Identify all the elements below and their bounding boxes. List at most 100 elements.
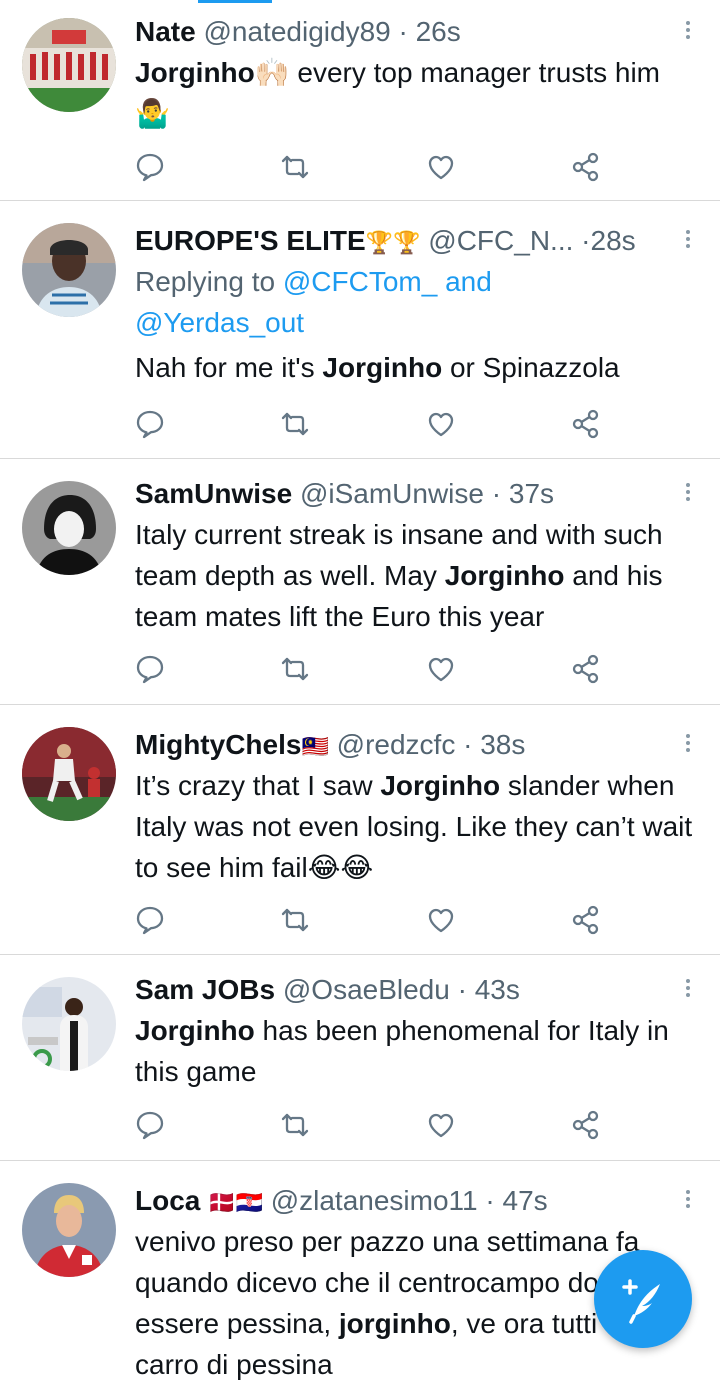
- tweet-text-segment: venivo preso per pazzo una settimana fa …: [135, 1226, 640, 1298]
- name-emoji: 🇲🇾: [301, 734, 329, 759]
- more-vertical-icon[interactable]: [678, 1187, 698, 1217]
- tweet-header: SamUnwise @iSamUnwise · 37s: [135, 474, 700, 514]
- tweet-text: It’s crazy that I saw Jorginho slander w…: [135, 765, 700, 888]
- more-vertical-icon[interactable]: [678, 976, 698, 1006]
- retweet-icon: [281, 155, 309, 179]
- user-handle[interactable]: @OsaeBledu: [283, 974, 450, 1005]
- tweet-text: Italy current streak is insane and with …: [135, 514, 700, 637]
- compose-tweet-button[interactable]: [594, 1250, 692, 1348]
- like-icon: [428, 1113, 454, 1138]
- timestamp[interactable]: 26s: [416, 16, 461, 47]
- share-icon: [572, 409, 599, 439]
- like-button[interactable]: [421, 147, 461, 187]
- reply-icon: [136, 1111, 164, 1140]
- tweet[interactable]: MightyChels🇲🇾 @redzcfc · 38s It’s crazy …: [0, 705, 720, 955]
- like-button[interactable]: [421, 900, 461, 940]
- tweet-header: Nate @natedigidy89 · 26s: [135, 12, 700, 52]
- user-handle[interactable]: @CFC_N...: [428, 225, 573, 256]
- more-vertical-icon[interactable]: [678, 731, 698, 761]
- tweet-text: Jorginho has been phenomenal for Italy i…: [135, 1010, 700, 1092]
- separator-dot: ·: [581, 225, 591, 256]
- separator-dot: ·: [398, 16, 408, 47]
- timestamp[interactable]: 28s: [591, 225, 636, 256]
- tweet-header: Sam JOBs @OsaeBledu · 43s: [135, 970, 700, 1010]
- avatar[interactable]: [22, 977, 116, 1071]
- retweet-icon: [281, 908, 309, 932]
- compose-tweet-icon: [622, 1279, 660, 1324]
- reply-button[interactable]: [130, 900, 170, 940]
- display-name[interactable]: SamUnwise: [135, 478, 292, 509]
- tweet-text-segment: jorginho: [338, 1308, 451, 1339]
- tweet-actions: [130, 147, 610, 187]
- reply-button[interactable]: [130, 1105, 170, 1145]
- retweet-button[interactable]: [275, 1105, 315, 1145]
- like-icon: [428, 657, 454, 682]
- timestamp[interactable]: 47s: [503, 1185, 548, 1216]
- retweet-button[interactable]: [275, 900, 315, 940]
- avatar[interactable]: [22, 18, 116, 112]
- tweet-text-segment: Jorginho: [135, 57, 255, 88]
- tweet-header: MightyChels🇲🇾 @redzcfc · 38s: [135, 725, 700, 765]
- timestamp[interactable]: 43s: [475, 974, 520, 1005]
- timestamp[interactable]: 38s: [480, 729, 525, 760]
- tweet-text-segment: Jorginho: [380, 770, 501, 801]
- share-button[interactable]: [566, 900, 606, 940]
- tweet-actions: [130, 404, 610, 444]
- tweet-header: EUROPE'S ELITE🏆🏆 @CFC_N... ·28s: [135, 221, 700, 261]
- share-icon: [572, 1110, 599, 1140]
- separator-dot: ·: [457, 974, 467, 1005]
- avatar[interactable]: [22, 1183, 116, 1277]
- display-name[interactable]: Sam JOBs: [135, 974, 275, 1005]
- like-button[interactable]: [421, 1105, 461, 1145]
- user-handle[interactable]: @iSamUnwise: [300, 478, 484, 509]
- reply-button[interactable]: [130, 147, 170, 187]
- timestamp[interactable]: 37s: [509, 478, 554, 509]
- separator-dot: ·: [485, 1185, 495, 1216]
- reply-icon: [136, 655, 164, 684]
- share-button[interactable]: [566, 147, 606, 187]
- retweet-icon: [281, 1113, 309, 1137]
- display-name[interactable]: MightyChels: [135, 729, 301, 760]
- share-button[interactable]: [566, 404, 606, 444]
- share-icon: [572, 654, 599, 684]
- share-button[interactable]: [566, 649, 606, 689]
- separator-dot: ·: [491, 478, 502, 509]
- user-handle[interactable]: @natedigidy89: [203, 16, 390, 47]
- replying-to-prefix: Replying to: [135, 266, 276, 297]
- more-vertical-icon[interactable]: [678, 480, 698, 510]
- tweet[interactable]: EUROPE'S ELITE🏆🏆 @CFC_N... ·28s Replying…: [0, 201, 720, 459]
- retweet-button[interactable]: [275, 404, 315, 444]
- tweet-text-segment: or Spinazzola: [442, 352, 620, 383]
- like-icon: [428, 412, 454, 437]
- display-name[interactable]: Loca: [135, 1185, 200, 1216]
- tweet-header: Loca 🇩🇰🇭🇷 @zlatanesimo11 · 47s: [135, 1181, 700, 1221]
- more-vertical-icon[interactable]: [678, 18, 698, 48]
- avatar[interactable]: [22, 481, 116, 575]
- name-emoji: 🇩🇰🇭🇷: [208, 1190, 263, 1215]
- retweet-button[interactable]: [275, 649, 315, 689]
- tweet[interactable]: Sam JOBs @OsaeBledu · 43s Jorginho has b…: [0, 955, 720, 1161]
- mention-link[interactable]: @CFCTom_ and: [283, 266, 492, 297]
- share-button[interactable]: [566, 1105, 606, 1145]
- reply-button[interactable]: [130, 649, 170, 689]
- avatar[interactable]: [22, 727, 116, 821]
- user-handle[interactable]: @zlatanesimo11: [271, 1185, 478, 1216]
- mention-link[interactable]: @Yerdas_out: [135, 307, 304, 338]
- reply-button[interactable]: [130, 404, 170, 444]
- separator-dot: ·: [463, 729, 473, 760]
- display-name[interactable]: Nate: [135, 16, 196, 47]
- tweet-text-segment: Jorginho: [135, 1015, 255, 1046]
- reply-icon: [136, 906, 164, 935]
- tweet[interactable]: Nate @natedigidy89 · 26s Jorginho🙌🏻 ever…: [0, 0, 720, 201]
- more-vertical-icon[interactable]: [678, 227, 698, 257]
- like-button[interactable]: [421, 649, 461, 689]
- tweet[interactable]: SamUnwise @iSamUnwise · 37s Italy curren…: [0, 459, 720, 705]
- display-name[interactable]: EUROPE'S ELITE: [135, 225, 366, 256]
- tweet-actions: [130, 649, 610, 689]
- avatar[interactable]: [22, 223, 116, 317]
- retweet-icon: [281, 412, 309, 436]
- retweet-button[interactable]: [275, 147, 315, 187]
- name-emoji: 🏆🏆: [365, 230, 421, 255]
- like-button[interactable]: [421, 404, 461, 444]
- user-handle[interactable]: @redzcfc: [337, 729, 456, 760]
